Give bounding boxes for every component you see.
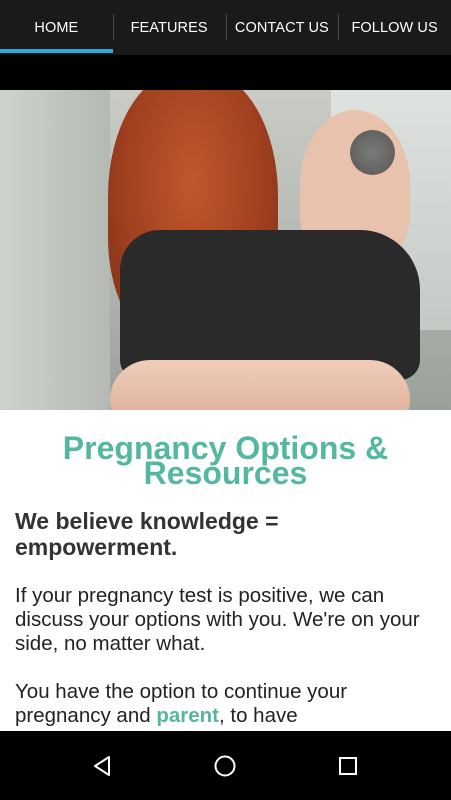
main-content: Pregnancy Options & Resources We believe… [0,410,451,731]
tab-home-label: HOME [34,19,79,36]
tab-features-label: FEATURES [130,19,208,36]
tab-features[interactable]: FEATURES [112,0,226,55]
page-title: Pregnancy Options & Resources [62,430,389,491]
tab-home[interactable]: HOME [0,0,113,55]
active-tab-indicator [0,49,113,53]
tab-follow-us[interactable]: FOLLOW US [338,0,451,55]
parent-link[interactable]: parent [156,704,219,727]
paragraph-continue-tail: , to have [218,704,298,727]
header-spacer [0,55,451,90]
back-triangle-icon [94,756,110,776]
tab-contact-us-label: CONTACT US [234,19,329,36]
tab-contact-us[interactable]: CONTACT US [225,0,339,55]
back-button[interactable] [87,751,117,781]
recent-apps-square-icon [339,757,357,775]
top-tab-bar: HOME FEATURES CONTACT US FOLLOW US [0,0,451,55]
tab-follow-us-label: FOLLOW US [351,19,438,36]
paragraph-continue: You have the option to continue your pre… [15,680,436,728]
android-navigation-bar [0,731,451,800]
hero-photo [0,90,451,410]
recent-apps-button[interactable] [333,751,363,781]
home-button[interactable] [210,751,240,781]
paragraph-options: If your pregnancy test is positive, we c… [15,584,420,655]
home-circle-icon [214,755,236,777]
section-subheading: We believe knowledge = empowerment. [15,508,279,560]
